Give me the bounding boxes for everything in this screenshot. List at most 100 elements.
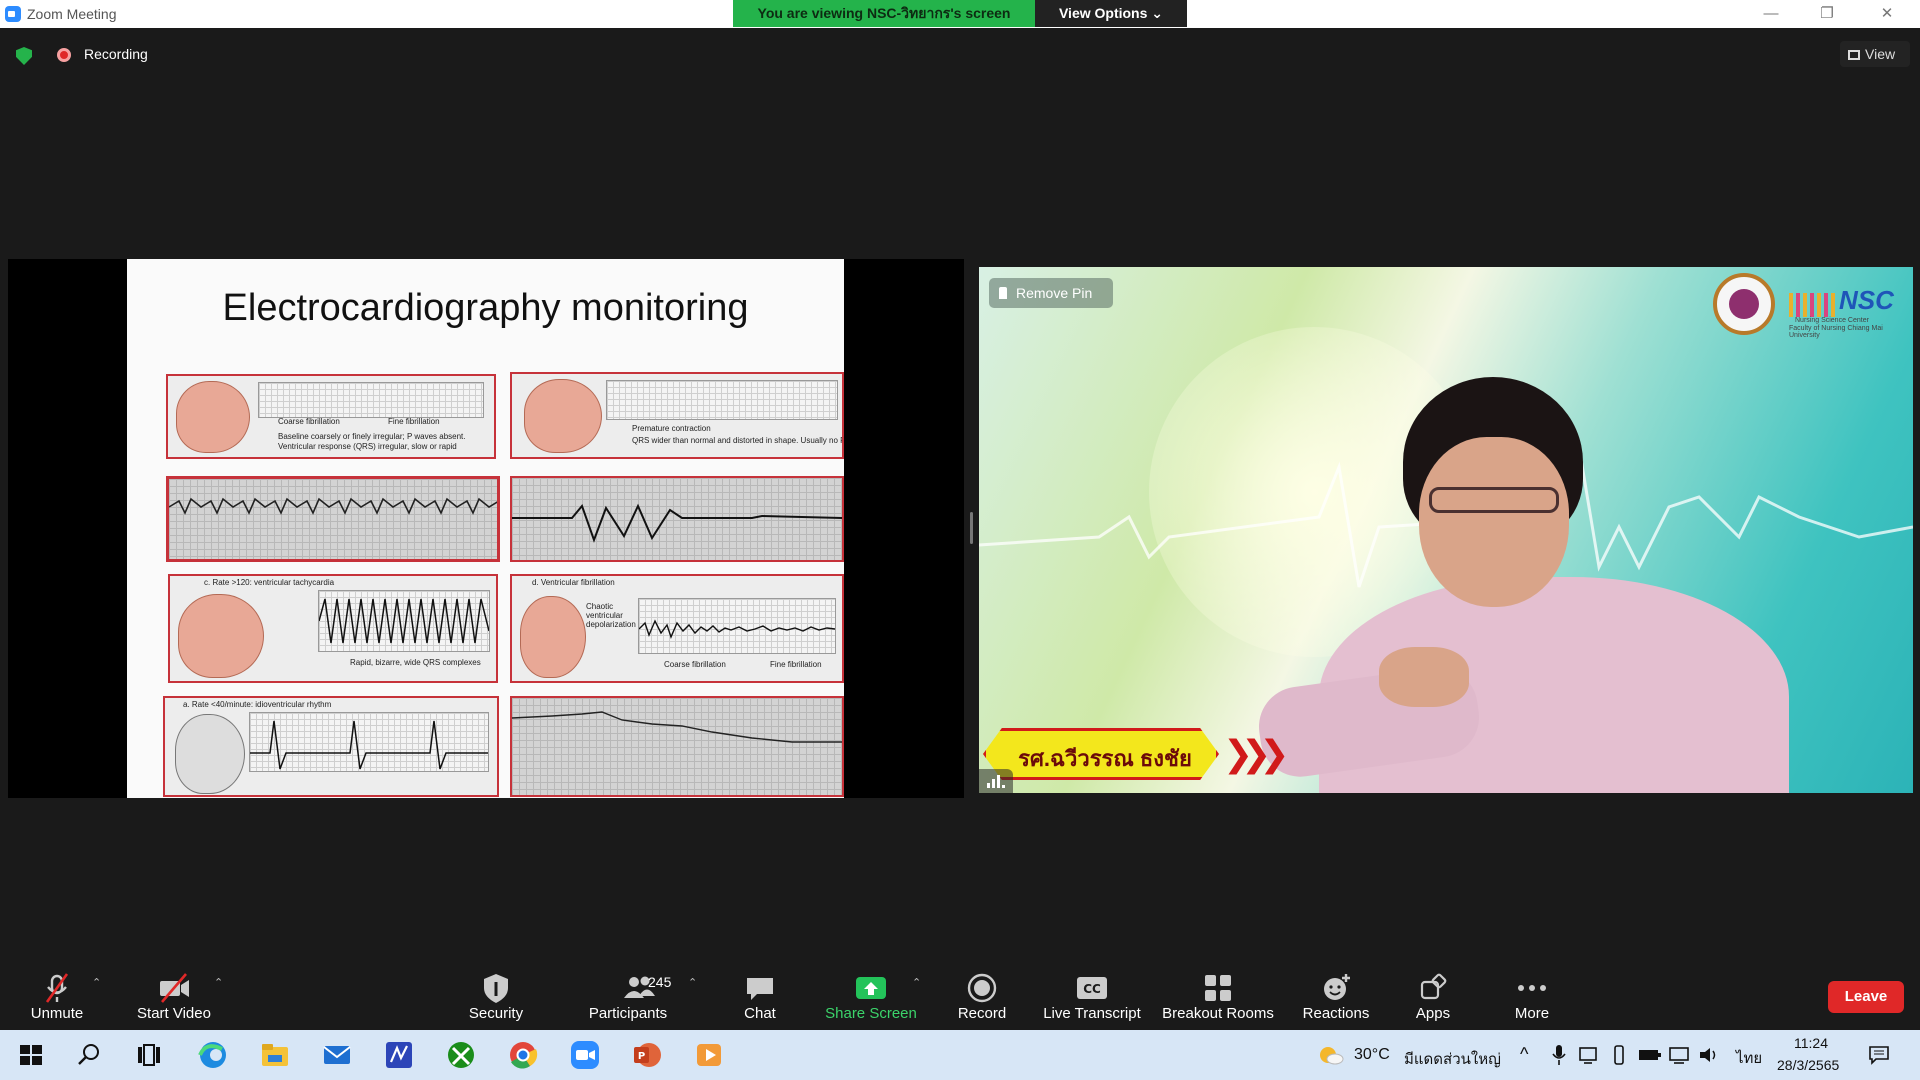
weather-sun-icon[interactable] xyxy=(1318,1043,1344,1067)
ink-app-icon[interactable] xyxy=(382,1038,416,1072)
start-video-label: Start Video xyxy=(137,1005,211,1022)
chrome-icon[interactable] xyxy=(506,1038,540,1072)
ecg-strip xyxy=(638,598,836,654)
audio-options-caret[interactable]: ⌃ xyxy=(92,976,102,989)
recording-label: Recording xyxy=(84,46,148,62)
restore-button[interactable]: ❐ xyxy=(1804,2,1850,26)
slide-caption: QRS wider than normal and distorted in s… xyxy=(632,436,844,445)
presentation-slide: Electrocardiography monitoring Coarse fi… xyxy=(127,259,844,798)
chat-label: Chat xyxy=(744,1005,776,1022)
nsc-logo: NSC Nursing Science Center Faculty of Nu… xyxy=(1713,271,1903,341)
view-options-label: View Options xyxy=(1058,5,1148,21)
breakout-rooms-button[interactable]: Breakout Rooms xyxy=(1158,960,1278,1028)
heart-diagram xyxy=(176,381,250,453)
powerpoint-icon[interactable]: P xyxy=(630,1038,664,1072)
edge-browser-icon[interactable] xyxy=(196,1038,230,1072)
breakout-rooms-label: Breakout Rooms xyxy=(1162,1005,1274,1022)
view-button[interactable]: View xyxy=(1840,41,1910,67)
start-video-button[interactable]: Start Video xyxy=(128,960,220,1028)
slide-caption: Premature contraction xyxy=(632,424,711,433)
microphone-muted-icon xyxy=(45,973,69,1003)
weather-description[interactable]: มีแดดส่วนใหญ่ xyxy=(1404,1047,1501,1071)
microphone-tray-icon[interactable] xyxy=(1552,1044,1566,1066)
breakout-rooms-icon xyxy=(1205,975,1231,1001)
notification-center-icon[interactable] xyxy=(1868,1044,1890,1066)
pinned-speaker-video: Remove Pin NSC Nursing Science Center Fa… xyxy=(979,267,1913,793)
volume-icon[interactable] xyxy=(1698,1045,1720,1065)
meeting-top-bar: Recording View xyxy=(0,28,1920,80)
chevron-right-icon: ❯❯❯ xyxy=(1223,733,1289,774)
mail-icon[interactable] xyxy=(320,1038,354,1072)
title-bar: Zoom Meeting You are viewing NSC-วิทยากร… xyxy=(0,0,1920,28)
leave-button[interactable]: Leave xyxy=(1828,981,1904,1013)
slide-caption: Fine fibrillation xyxy=(388,417,440,426)
task-view-icon[interactable] xyxy=(132,1038,166,1072)
pin-icon xyxy=(999,287,1007,299)
slide-caption: Fine fibrillation xyxy=(770,660,822,669)
more-button[interactable]: More xyxy=(1494,960,1570,1028)
remove-pin-button[interactable]: Remove Pin xyxy=(989,278,1113,308)
weather-temperature[interactable]: 30°C xyxy=(1354,1046,1390,1064)
signal-strength-icon[interactable] xyxy=(979,769,1013,793)
grid-view-icon xyxy=(1848,50,1860,60)
security-shield-icon xyxy=(484,974,508,1003)
network-icon[interactable] xyxy=(1668,1045,1692,1065)
windows-start-icon[interactable] xyxy=(14,1038,48,1072)
minimize-icon: — xyxy=(1763,5,1779,22)
participants-options-caret[interactable]: ⌃ xyxy=(688,976,698,989)
record-label: Record xyxy=(957,1005,1007,1022)
ecg-panel-premature-contraction: Premature contraction QRS wider than nor… xyxy=(510,372,844,459)
ecg-strip xyxy=(606,380,838,420)
show-hidden-icons-chevron-icon[interactable]: ^ xyxy=(1520,1044,1528,1065)
nsc-logo-subtitle-2: Faculty of Nursing Chiang Mai University xyxy=(1789,325,1883,339)
close-button[interactable]: ✕ xyxy=(1864,2,1910,26)
input-language[interactable]: ไทย xyxy=(1736,1046,1762,1070)
ecg-strip xyxy=(249,712,489,772)
security-label: Security xyxy=(468,1005,524,1022)
security-button[interactable]: Security xyxy=(456,960,536,1028)
ecg-strip xyxy=(258,382,484,418)
unmute-label: Unmute xyxy=(30,1005,84,1022)
screen-share-tray-icon[interactable] xyxy=(1578,1045,1598,1065)
record-button[interactable]: Record xyxy=(944,960,1020,1028)
shared-screen: Electrocardiography monitoring Coarse fi… xyxy=(8,259,964,798)
apps-button[interactable]: Apps xyxy=(1398,960,1468,1028)
chat-button[interactable]: Chat xyxy=(718,960,802,1028)
viewing-screen-banner: You are viewing NSC-วิทยากร's screen xyxy=(733,0,1035,27)
speaker-nameplate: รศ.ฉวีวรรณ ธงชัย ❯❯❯ xyxy=(983,728,1289,780)
minimize-button[interactable]: — xyxy=(1748,2,1794,26)
split-view-divider[interactable] xyxy=(970,512,973,544)
zoom-taskbar-icon[interactable] xyxy=(568,1038,602,1072)
ecg-panel-v-fib-diagram: d. Ventricular fibrillation Chaotic vent… xyxy=(510,574,844,683)
unmute-button[interactable]: Unmute xyxy=(14,960,100,1028)
speaker-name: รศ.ฉวีวรรณ ธงชัย xyxy=(1018,746,1192,771)
security-shield-icon[interactable] xyxy=(16,47,32,65)
view-options-button[interactable]: View Options ⌄ xyxy=(1035,0,1187,27)
share-screen-button[interactable]: Share Screen xyxy=(818,960,924,1028)
ecg-panel-atrial-fibrillation: Coarse fibrillation Fine fibrillation Ba… xyxy=(166,374,496,459)
reactions-button[interactable]: Reactions xyxy=(1292,960,1380,1028)
clock-time[interactable]: 11:24 xyxy=(1794,1035,1828,1051)
ecg-waveform xyxy=(512,711,842,743)
xbox-icon[interactable] xyxy=(444,1038,478,1072)
participants-button[interactable]: 245 Participants xyxy=(578,960,678,1028)
heart-diagram xyxy=(175,714,245,794)
media-player-icon[interactable] xyxy=(692,1038,726,1072)
cc-text: CC xyxy=(1083,982,1101,996)
search-icon[interactable] xyxy=(72,1038,106,1072)
clock-date[interactable]: 28/3/2565 xyxy=(1777,1057,1839,1073)
ecg-waveform xyxy=(250,720,488,770)
apps-label: Apps xyxy=(1415,1005,1451,1022)
usb-device-tray-icon[interactable] xyxy=(1612,1044,1626,1066)
slide-caption: Ventricular response (QRS) irregular, sl… xyxy=(278,442,457,451)
slide-caption: c. Rate >120: ventricular tachycardia xyxy=(204,578,335,587)
ecg-panel-flutter xyxy=(166,476,500,562)
battery-icon[interactable] xyxy=(1638,1046,1662,1064)
live-transcript-button[interactable]: CC Live Transcript xyxy=(1036,960,1148,1028)
file-explorer-icon[interactable] xyxy=(258,1038,292,1072)
share-options-caret[interactable]: ⌃ xyxy=(912,976,922,989)
ecg-panel-ventricular-tachycardia xyxy=(510,476,844,562)
video-options-caret[interactable]: ⌃ xyxy=(214,976,224,989)
heart-diagram xyxy=(178,594,264,678)
ecg-panel-asystole xyxy=(510,696,844,797)
